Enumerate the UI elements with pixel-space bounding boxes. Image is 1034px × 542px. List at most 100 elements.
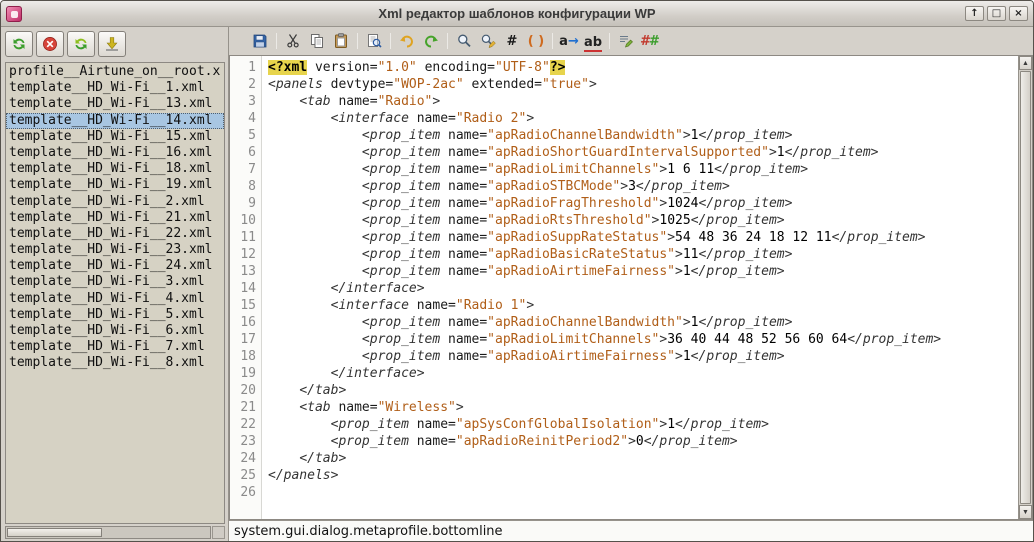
code-line[interactable]: <prop_item name="apRadioReinitPeriod2">0… xyxy=(268,433,1018,450)
line-number: 20 xyxy=(230,382,256,399)
file-list-item[interactable]: template__HD_Wi-Fi__7.xml xyxy=(6,339,224,355)
code-line[interactable]: <prop_item name="apRadioAirtimeFairness"… xyxy=(268,348,1018,365)
file-list-item[interactable]: template__HD_Wi-Fi__14.xml xyxy=(6,113,224,129)
toolbar-separator xyxy=(276,33,277,49)
ab-icon: ab xyxy=(584,34,602,49)
code-line[interactable]: <interface name="Radio 1"> xyxy=(268,297,1018,314)
paste-button[interactable] xyxy=(330,31,352,52)
line-number: 17 xyxy=(230,331,256,348)
close-button[interactable]: × xyxy=(1009,6,1028,21)
file-list-item[interactable]: template__HD_Wi-Fi__5.xml xyxy=(6,307,224,323)
app-window: Xml редактор шаблонов конфигурации WP ↑ □… xyxy=(0,0,1034,542)
refresh-button[interactable] xyxy=(5,31,33,57)
code-line[interactable]: <prop_item name="apSysConfGlobalIsolatio… xyxy=(268,416,1018,433)
edit-template-button[interactable] xyxy=(615,31,637,52)
sync-icon xyxy=(73,36,89,52)
line-number: 7 xyxy=(230,161,256,178)
file-list-item[interactable]: template__HD_Wi-Fi__1.xml xyxy=(6,80,224,96)
maximize-button[interactable]: □ xyxy=(987,6,1006,21)
vscroll-track[interactable] xyxy=(1019,70,1032,505)
cut-button[interactable] xyxy=(282,31,304,52)
vscroll-thumb[interactable] xyxy=(1020,71,1031,504)
code-line[interactable]: <prop_item name="apRadioLimitChannels">3… xyxy=(268,331,1018,348)
code-line[interactable]: <tab name="Wireless"> xyxy=(268,399,1018,416)
match-brackets-button[interactable]: ( ) xyxy=(525,31,547,52)
spellcheck-button[interactable]: ab xyxy=(582,31,604,52)
code-line[interactable]: <prop_item name="apRadioChannelBandwidth… xyxy=(268,314,1018,331)
code-line[interactable]: <tab name="Radio"> xyxy=(268,93,1018,110)
import-button[interactable] xyxy=(98,31,126,57)
editor-vscrollbar[interactable]: ▲ ▼ xyxy=(1018,56,1032,519)
file-list-item[interactable]: template__HD_Wi-Fi__13.xml xyxy=(6,96,224,112)
code-line[interactable]: <prop_item name="apRadioFragThreshold">1… xyxy=(268,195,1018,212)
code-line[interactable]: <?xml version="1.0" encoding="UTF-8"?> xyxy=(268,59,1018,76)
file-list-item[interactable]: template__HD_Wi-Fi__15.xml xyxy=(6,129,224,145)
toolbar-separator xyxy=(390,33,391,49)
code-line[interactable]: <prop_item name="apRadioAirtimeFairness"… xyxy=(268,263,1018,280)
sidebar-hscrollbar-row xyxy=(5,526,225,539)
file-list-item[interactable]: template__HD_Wi-Fi__19.xml xyxy=(6,177,224,193)
a-arrow-icon: a→ xyxy=(559,33,579,49)
redo-button[interactable] xyxy=(420,31,442,52)
titlebar[interactable]: Xml редактор шаблонов конфигурации WP ↑ □… xyxy=(1,1,1033,27)
line-number: 10 xyxy=(230,212,256,229)
file-list-item[interactable]: template__HD_Wi-Fi__24.xml xyxy=(6,258,224,274)
file-list-item[interactable]: template__HD_Wi-Fi__23.xml xyxy=(6,242,224,258)
file-list-item[interactable]: template__HD_Wi-Fi__22.xml xyxy=(6,226,224,242)
xml-editor[interactable]: 1234567891011121314151617181920212223242… xyxy=(229,55,1033,520)
sidebar-hscrollbar[interactable] xyxy=(5,526,211,539)
toggle-highlight-button[interactable]: ## xyxy=(639,31,661,52)
code-line[interactable]: <prop_item name="apRadioLimitChannels">1… xyxy=(268,161,1018,178)
scroll-down-button[interactable]: ▼ xyxy=(1019,505,1032,519)
find-replace-button[interactable] xyxy=(477,31,499,52)
undo-button[interactable] xyxy=(396,31,418,52)
file-list-item[interactable]: template__HD_Wi-Fi__4.xml xyxy=(6,291,224,307)
shade-button[interactable]: ↑ xyxy=(965,6,984,21)
cut-icon xyxy=(285,33,301,49)
pencil-lines-icon xyxy=(618,33,634,49)
goto-line-button[interactable]: # xyxy=(501,31,523,52)
code-line[interactable]: </interface> xyxy=(268,365,1018,382)
save-button[interactable] xyxy=(249,31,271,52)
file-list-item[interactable]: template__HD_Wi-Fi__16.xml xyxy=(6,145,224,161)
autocomplete-button[interactable]: a→ xyxy=(558,31,580,52)
line-number: 12 xyxy=(230,246,256,263)
brackets-icon: ( ) xyxy=(528,33,544,49)
code-line[interactable]: <prop_item name="apRadioShortGuardInterv… xyxy=(268,144,1018,161)
file-list-item[interactable]: template__HD_Wi-Fi__18.xml xyxy=(6,161,224,177)
paste-icon xyxy=(333,33,349,49)
code-line[interactable]: <prop_item name="apRadioRtsThreshold">10… xyxy=(268,212,1018,229)
file-list-item[interactable]: profile__Airtune_on__root.x xyxy=(6,64,224,80)
file-list-item[interactable]: template__HD_Wi-Fi__2.xml xyxy=(6,194,224,210)
code-line[interactable] xyxy=(268,484,1018,501)
code-line[interactable]: </tab> xyxy=(268,450,1018,467)
cancel-button[interactable] xyxy=(36,31,64,57)
find-button[interactable] xyxy=(453,31,475,52)
line-number: 25 xyxy=(230,467,256,484)
hscroll-thumb[interactable] xyxy=(7,528,102,537)
preview-button[interactable] xyxy=(363,31,385,52)
code-line[interactable]: <prop_item name="apRadioSuppRateStatus">… xyxy=(268,229,1018,246)
line-number: 23 xyxy=(230,433,256,450)
scroll-up-button[interactable]: ▲ xyxy=(1019,56,1032,70)
window-title: Xml редактор шаблонов конфигурации WP xyxy=(1,6,1033,21)
file-list-item[interactable]: template__HD_Wi-Fi__3.xml xyxy=(6,274,224,290)
file-list-item[interactable]: template__HD_Wi-Fi__6.xml xyxy=(6,323,224,339)
code-line[interactable]: </panels> xyxy=(268,467,1018,484)
file-list[interactable]: profile__Airtune_on__root.xtemplate__HD_… xyxy=(5,62,225,524)
code-line[interactable]: <panels devtype="WOP-2ac" extended="true… xyxy=(268,76,1018,93)
code-line[interactable]: </tab> xyxy=(268,382,1018,399)
code-area[interactable]: <?xml version="1.0" encoding="UTF-8"?><p… xyxy=(262,56,1018,519)
file-list-item[interactable]: template__HD_Wi-Fi__21.xml xyxy=(6,210,224,226)
copy-button[interactable] xyxy=(306,31,328,52)
editor-panel: # ( ) a→ ab ## 12345678910111213141516171819… xyxy=(228,27,1033,541)
shade-icon: ↑ xyxy=(970,9,978,19)
code-line[interactable]: <prop_item name="apRadioBasicRateStatus"… xyxy=(268,246,1018,263)
file-list-item[interactable]: template__HD_Wi-Fi__8.xml xyxy=(6,355,224,371)
code-line[interactable]: </interface> xyxy=(268,280,1018,297)
line-number: 8 xyxy=(230,178,256,195)
code-line[interactable]: <interface name="Radio 2"> xyxy=(268,110,1018,127)
code-line[interactable]: <prop_item name="apRadioSTBCMode">3</pro… xyxy=(268,178,1018,195)
sync-button[interactable] xyxy=(67,31,95,57)
code-line[interactable]: <prop_item name="apRadioChannelBandwidth… xyxy=(268,127,1018,144)
